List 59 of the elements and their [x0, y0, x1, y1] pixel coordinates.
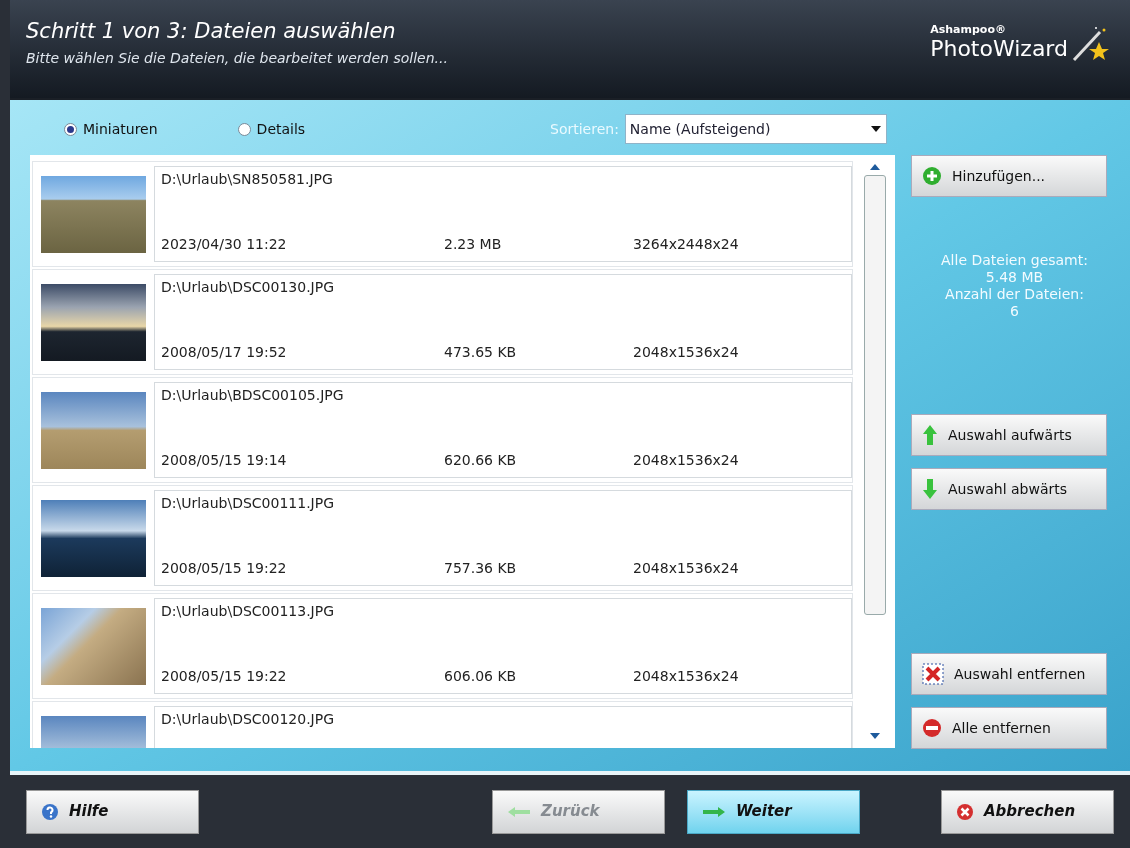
summary-text: 5.48 MB — [985, 269, 1044, 286]
file-dimensions: 2048x1536x24 — [633, 667, 739, 686]
arrow-right-icon — [702, 805, 726, 818]
file-date: 2008/05/15 19:22 — [161, 559, 288, 578]
summary-text: 6 — [1010, 303, 1019, 320]
no-entry-icon — [922, 718, 942, 738]
cross-icon — [922, 663, 944, 685]
file-path: D:\Urlaub\BDSC00105.JPG — [161, 386, 345, 405]
step-title: Schritt 1 von 3: Dateien auswählen — [26, 18, 397, 44]
brand-name: Ashampoo® — [930, 24, 1007, 36]
footer-button[interactable]: Weiter — [687, 789, 860, 834]
footer-button[interactable]: Abbrechen — [941, 789, 1114, 834]
sort-dropdown[interactable]: Name (Aufsteigend) — [624, 114, 887, 144]
file-date: 2023/04/30 11:22 — [161, 235, 288, 254]
file-path: D:\Urlaub\DSC00111.JPG — [161, 494, 335, 513]
arrow-down-icon — [922, 478, 938, 500]
help-icon — [41, 802, 59, 821]
arrow-left-icon — [507, 805, 531, 818]
side-button[interactable]: Auswahl aufwärts — [911, 414, 1107, 456]
file-date: 2008/05/15 19:22 — [161, 667, 288, 686]
product-name: PhotoWizard — [930, 36, 1068, 62]
side-button[interactable]: Hinzufügen... — [911, 155, 1107, 197]
side-button[interactable]: Alle entfernen — [911, 707, 1107, 749]
file-size: 473.65 KB — [444, 343, 518, 362]
file-row[interactable]: D:\Urlaub\SN850581.JPG 2023/04/30 11:22 2.23 MB 3264x2448x24 — [32, 161, 853, 267]
file-row[interactable]: D:\Urlaub\DSC00113.JPG 2008/05/15 19:22 606.06 KB 2048x1536x24 — [32, 593, 853, 699]
footer-button[interactable]: Hilfe — [26, 789, 199, 834]
file-dimensions: 3264x2448x24 — [633, 235, 739, 254]
file-row[interactable]: D:\Urlaub\DSC00111.JPG 2008/05/15 19:22 757.36 KB 2048x1536x24 — [32, 485, 853, 591]
file-row[interactable]: D:\Urlaub\BDSC00105.JPG 2008/05/15 19:14 620.66 KB 2048x1536x24 — [32, 377, 853, 483]
file-dimensions: 2048x1536x24 — [633, 451, 739, 470]
file-date: 2008/05/15 19:14 — [161, 451, 288, 470]
file-path: D:\Urlaub\DSC00120.JPG — [161, 710, 335, 729]
plus-icon — [922, 166, 942, 186]
file-size: 620.66 KB — [444, 451, 518, 470]
file-path: D:\Urlaub\SN850581.JPG — [161, 170, 334, 189]
file-size: 757.36 KB — [444, 559, 518, 578]
file-size: 606.06 KB — [444, 667, 518, 686]
file-path: D:\Urlaub\DSC00113.JPG — [161, 602, 335, 621]
summary-text: Alle Dateien gesamt: — [941, 252, 1088, 269]
step-subtitle: Bitte wählen Sie die Dateien, die bearbeitet werden sollen... — [26, 49, 448, 68]
scroll-up-icon[interactable] — [869, 163, 881, 171]
file-dimensions: 2048x1536x24 — [633, 559, 739, 578]
wand-star-icon — [1070, 24, 1110, 62]
cancel-icon — [956, 802, 974, 821]
view-radio[interactable]: Details — [237, 118, 306, 140]
side-button[interactable]: Auswahl abwärts — [911, 468, 1107, 510]
file-dimensions: 2048x1536x24 — [633, 343, 739, 362]
scroll-down-icon[interactable] — [869, 732, 881, 740]
summary-text: Anzahl der Dateien: — [945, 286, 1084, 303]
sort-label: Sortieren: — [550, 119, 619, 139]
dropdown-arrow-icon — [869, 125, 882, 133]
file-row[interactable]: D:\Urlaub\DSC00130.JPG 2008/05/17 19:52 473.65 KB 2048x1536x24 — [32, 269, 853, 375]
side-button[interactable]: Auswahl entfernen — [911, 653, 1107, 695]
file-size: 2.23 MB — [444, 235, 503, 254]
view-radio[interactable]: Miniaturen — [64, 118, 158, 140]
arrow-up-icon — [922, 424, 938, 446]
file-date: 2008/05/17 19:52 — [161, 343, 288, 362]
file-path: D:\Urlaub\DSC00130.JPG — [161, 278, 335, 297]
